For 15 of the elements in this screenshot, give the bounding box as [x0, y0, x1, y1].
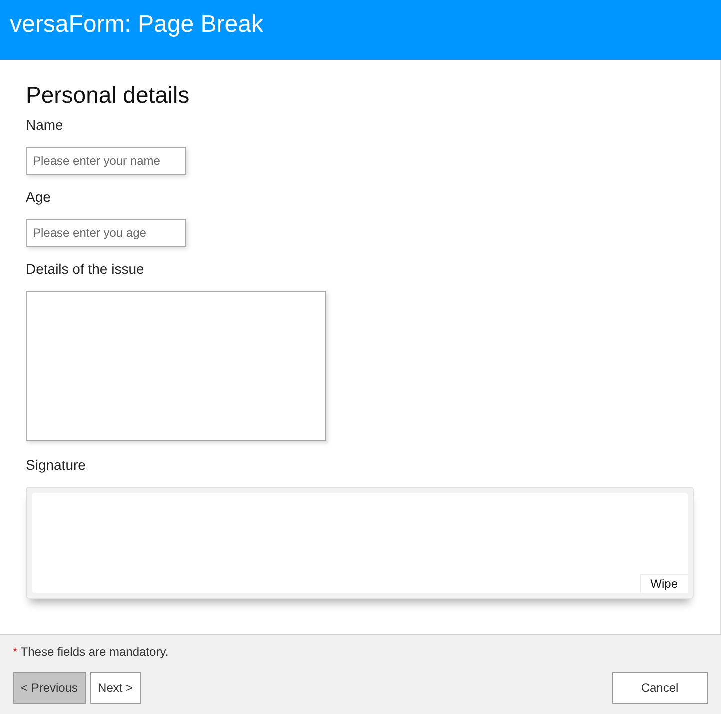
mandatory-note: * These fields are mandatory. — [13, 645, 170, 659]
text-area[interactable] — [26, 291, 326, 441]
nav-button[interactable]: Next > — [90, 672, 142, 704]
field-label: Details of the issue — [26, 261, 146, 277]
signature-pad[interactable]: Wipe — [26, 487, 694, 599]
wipe-button[interactable]: Wipe — [640, 574, 688, 593]
window-title: versaForm: Page Break — [10, 11, 264, 39]
cancel-button[interactable]: Cancel — [612, 672, 708, 704]
field-label: Signature — [26, 457, 87, 473]
nav-button[interactable]: < Previous — [13, 672, 86, 704]
input-field[interactable]: Please enter you age — [26, 219, 186, 247]
input-field[interactable]: Please enter your name — [26, 147, 186, 175]
field-label: Name — [26, 117, 64, 133]
field-label: Age — [26, 189, 52, 205]
section-title: Personal details — [26, 82, 191, 109]
